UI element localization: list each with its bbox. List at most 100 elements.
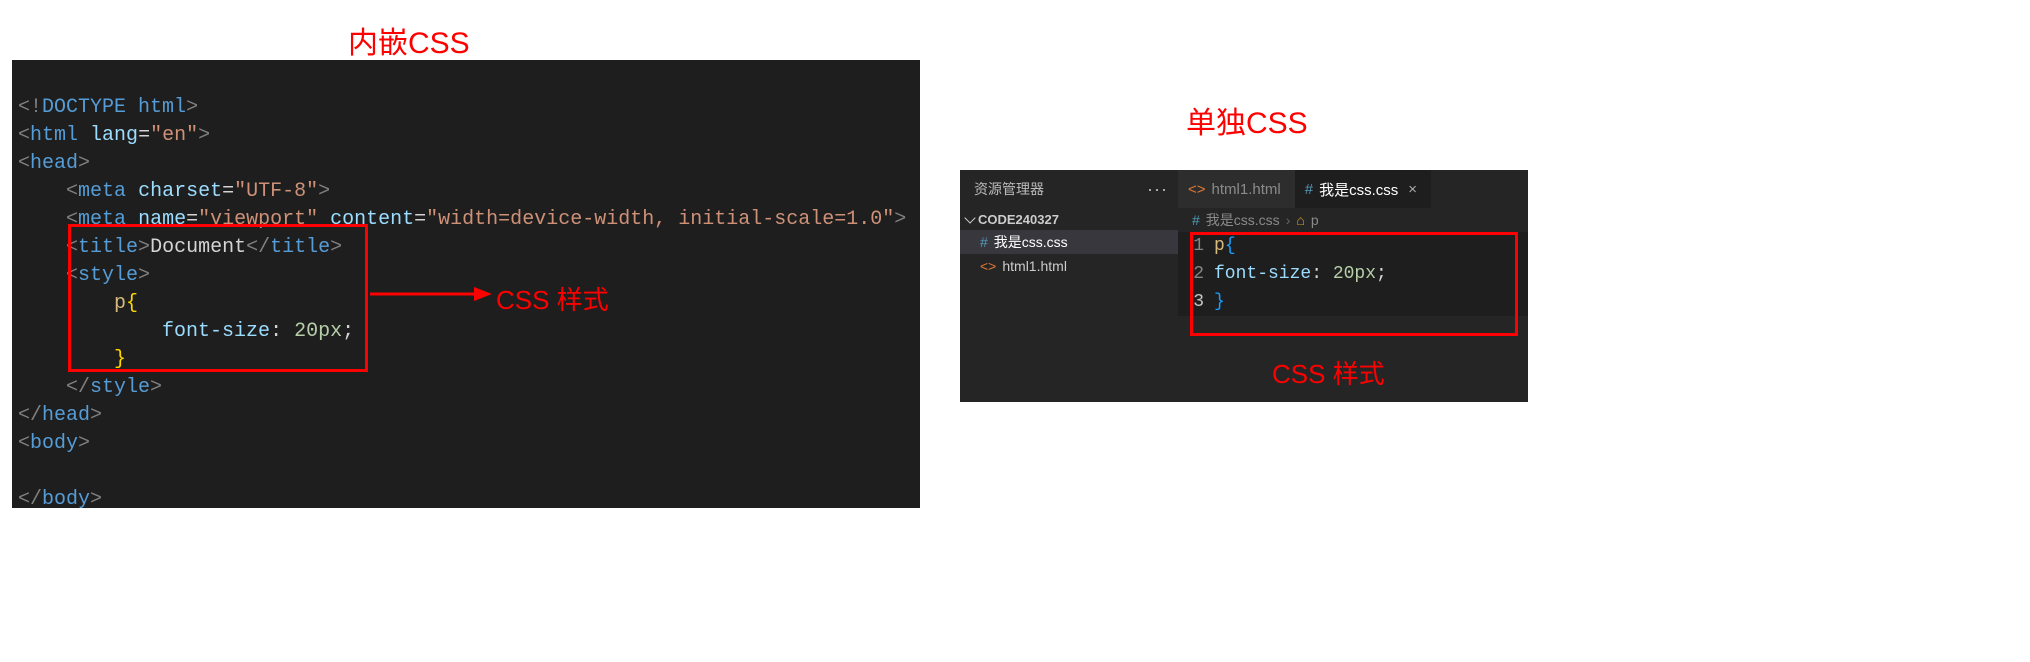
- val-20px: 20px: [1322, 264, 1376, 284]
- css-style-label-right: CSS 样式: [1272, 354, 1385, 391]
- close-icon[interactable]: ×: [1404, 181, 1417, 198]
- punct: >: [150, 376, 162, 399]
- colon: :: [270, 320, 282, 343]
- tag-head: head: [30, 152, 78, 175]
- css-file-icon: #: [1192, 212, 1200, 228]
- punct: >: [138, 264, 150, 287]
- tag-html: html: [30, 124, 78, 147]
- punct: >: [90, 488, 102, 508]
- breadcrumb[interactable]: # 我是css.css › ⌂ p: [1178, 208, 1319, 232]
- punct: >: [186, 96, 198, 119]
- val-viewport: "viewport": [198, 208, 318, 231]
- file-name: 我是css.css: [994, 232, 1068, 252]
- file-item-html[interactable]: <> html1.html: [960, 254, 1178, 278]
- brace-open: {: [1225, 236, 1236, 256]
- punct: </: [18, 404, 42, 427]
- code-line: 2 font-size: 20px;: [1178, 260, 1528, 288]
- tag-body-close: body: [42, 488, 90, 508]
- explorer-tree: # 我是css.css <> html1.html: [960, 230, 1178, 278]
- punct: >: [198, 124, 210, 147]
- breadcrumb-symbol: p: [1311, 212, 1319, 228]
- attr-content: content: [330, 208, 414, 231]
- semi: ;: [342, 320, 354, 343]
- right-vscode-window: 资源管理器 ··· CODE240327 # 我是css.css <> html…: [960, 170, 1528, 402]
- eq: =: [186, 208, 198, 231]
- punct: >: [78, 152, 90, 175]
- prop-font-size: font-size: [162, 320, 270, 343]
- eq: =: [414, 208, 426, 231]
- punct: <: [66, 236, 78, 259]
- semi: ;: [1376, 264, 1387, 284]
- tag-title: title: [78, 236, 138, 259]
- punct: </: [18, 488, 42, 508]
- tag-title-close: title: [270, 236, 330, 259]
- colon: :: [1311, 264, 1322, 284]
- attr-name: name: [138, 208, 186, 231]
- punct: >: [318, 180, 330, 203]
- right-code-area[interactable]: 1 p{ 2 font-size: 20px; 3 }: [1178, 232, 1528, 316]
- breadcrumb-file: 我是css.css: [1206, 210, 1280, 230]
- brace-close: }: [114, 348, 126, 371]
- code-line: 3 }: [1178, 288, 1528, 316]
- html-file-icon: <>: [1188, 181, 1206, 198]
- val-en: "en": [150, 124, 198, 147]
- punct: >: [78, 432, 90, 455]
- code-line: 1 p{: [1178, 232, 1528, 260]
- punct: >: [90, 404, 102, 427]
- line-number: 2: [1178, 260, 1214, 288]
- explorer-folder-row[interactable]: CODE240327: [960, 208, 1178, 230]
- val-content: "width=device-width, initial-scale=1.0": [426, 208, 894, 231]
- explorer-header: 资源管理器 ···: [960, 170, 1178, 208]
- tag-style-close: style: [90, 376, 150, 399]
- punct: >: [894, 208, 906, 231]
- left-code-editor[interactable]: <!DOCTYPE html> <html lang="en"> <head> …: [12, 60, 920, 508]
- tag-body: body: [30, 432, 78, 455]
- chevron-down-icon: [964, 212, 975, 223]
- more-icon[interactable]: ···: [1147, 179, 1168, 200]
- doctype: DOCTYPE: [42, 96, 126, 119]
- line-number: 3: [1178, 288, 1214, 316]
- punct: <: [66, 208, 78, 231]
- tag-meta: meta: [78, 180, 126, 203]
- tag-head-close: head: [42, 404, 90, 427]
- punct: >: [330, 236, 342, 259]
- line-number: 1: [1178, 232, 1214, 260]
- title-embedded-css: 内嵌CSS: [348, 18, 470, 62]
- prop-font-size: font-size: [1214, 264, 1311, 284]
- file-item-css[interactable]: # 我是css.css: [960, 230, 1178, 254]
- eq: =: [222, 180, 234, 203]
- punct: <: [18, 124, 30, 147]
- punct: >: [138, 236, 150, 259]
- attr-lang: lang: [90, 124, 138, 147]
- doctype-html: html: [138, 96, 186, 119]
- tab-label: 我是css.css: [1319, 179, 1398, 200]
- punct: <: [66, 264, 78, 287]
- symbol-icon: ⌂: [1296, 212, 1304, 228]
- punct: <: [18, 432, 30, 455]
- brace-open: {: [126, 292, 138, 315]
- punct: <!: [18, 96, 42, 119]
- folder-name: CODE240327: [978, 212, 1059, 227]
- tab-label: html1.html: [1212, 181, 1281, 198]
- title-separate-css: 单独CSS: [1186, 98, 1308, 142]
- space: [126, 96, 138, 119]
- punct: </: [246, 236, 270, 259]
- html-file-icon: <>: [980, 258, 996, 274]
- tab-css[interactable]: # 我是css.css ×: [1295, 170, 1431, 208]
- css-file-icon: #: [980, 234, 988, 250]
- breadcrumb-sep: ›: [1286, 212, 1291, 228]
- punct: <: [66, 180, 78, 203]
- title-text: Document: [150, 236, 246, 259]
- explorer-title: 资源管理器: [974, 179, 1044, 199]
- tag-meta: meta: [78, 208, 126, 231]
- brace-close: }: [1214, 292, 1225, 312]
- val-20px: 20px: [282, 320, 342, 343]
- selector-p: p: [114, 292, 126, 315]
- val-utf8: "UTF-8": [234, 180, 318, 203]
- css-style-label-left: CSS 样式: [496, 280, 609, 317]
- eq: =: [138, 124, 150, 147]
- tag-style: style: [78, 264, 138, 287]
- tab-html[interactable]: <> html1.html: [1178, 170, 1295, 208]
- css-file-icon: #: [1305, 181, 1313, 198]
- punct: </: [66, 376, 90, 399]
